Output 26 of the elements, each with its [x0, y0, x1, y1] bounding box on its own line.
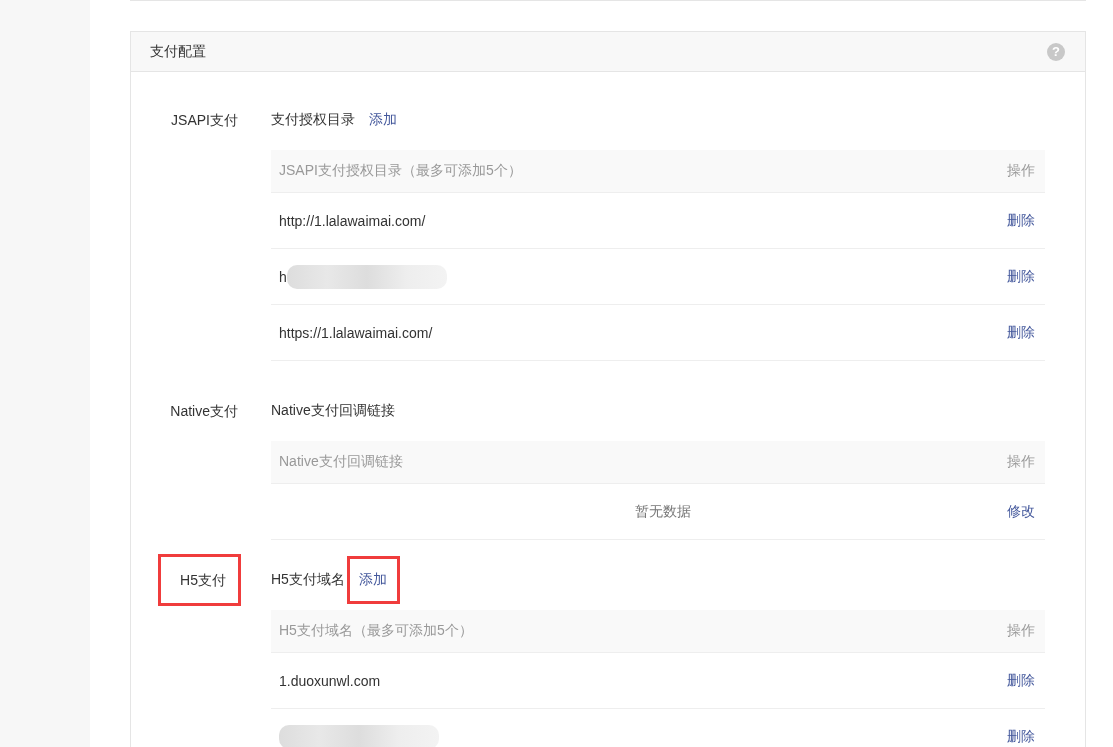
column-header: JSAPI支付授权目录（最多可添加5个）: [279, 162, 522, 180]
section-title: Native支付回调链接: [271, 402, 395, 420]
column-header: 操作: [1007, 453, 1035, 471]
column-header: Native支付回调链接: [279, 453, 403, 471]
delete-link[interactable]: 删除: [1007, 323, 1035, 342]
url-text: 1.duoxunwl.com: [279, 672, 381, 689]
delete-link[interactable]: 删除: [1007, 267, 1035, 286]
section-title: H5支付域名: [271, 571, 345, 589]
url-text: https://1.lalawaimai.com/: [279, 324, 433, 341]
section-label: H5支付: [161, 557, 238, 603]
url-text: h: [279, 268, 287, 285]
delete-link[interactable]: 删除: [1007, 727, 1035, 746]
column-header: H5支付域名（最多可添加5个）: [279, 622, 473, 640]
section-label: JSAPI支付: [170, 111, 238, 130]
edit-link[interactable]: 修改: [1007, 502, 1035, 521]
delete-link[interactable]: 删除: [1007, 211, 1035, 230]
card-title: 支付配置: [150, 42, 206, 61]
column-header: 操作: [1007, 162, 1035, 180]
url-text: http://1.lalawaimai.com/: [279, 212, 426, 229]
delete-link[interactable]: 删除: [1007, 671, 1035, 690]
add-link[interactable]: 添加: [349, 559, 397, 601]
empty-message: 暂无数据: [634, 502, 692, 521]
section-title: 支付授权目录: [271, 111, 355, 129]
column-header: 操作: [1007, 622, 1035, 640]
add-link[interactable]: 添加: [369, 111, 397, 129]
section-label: Native支付: [169, 402, 238, 421]
